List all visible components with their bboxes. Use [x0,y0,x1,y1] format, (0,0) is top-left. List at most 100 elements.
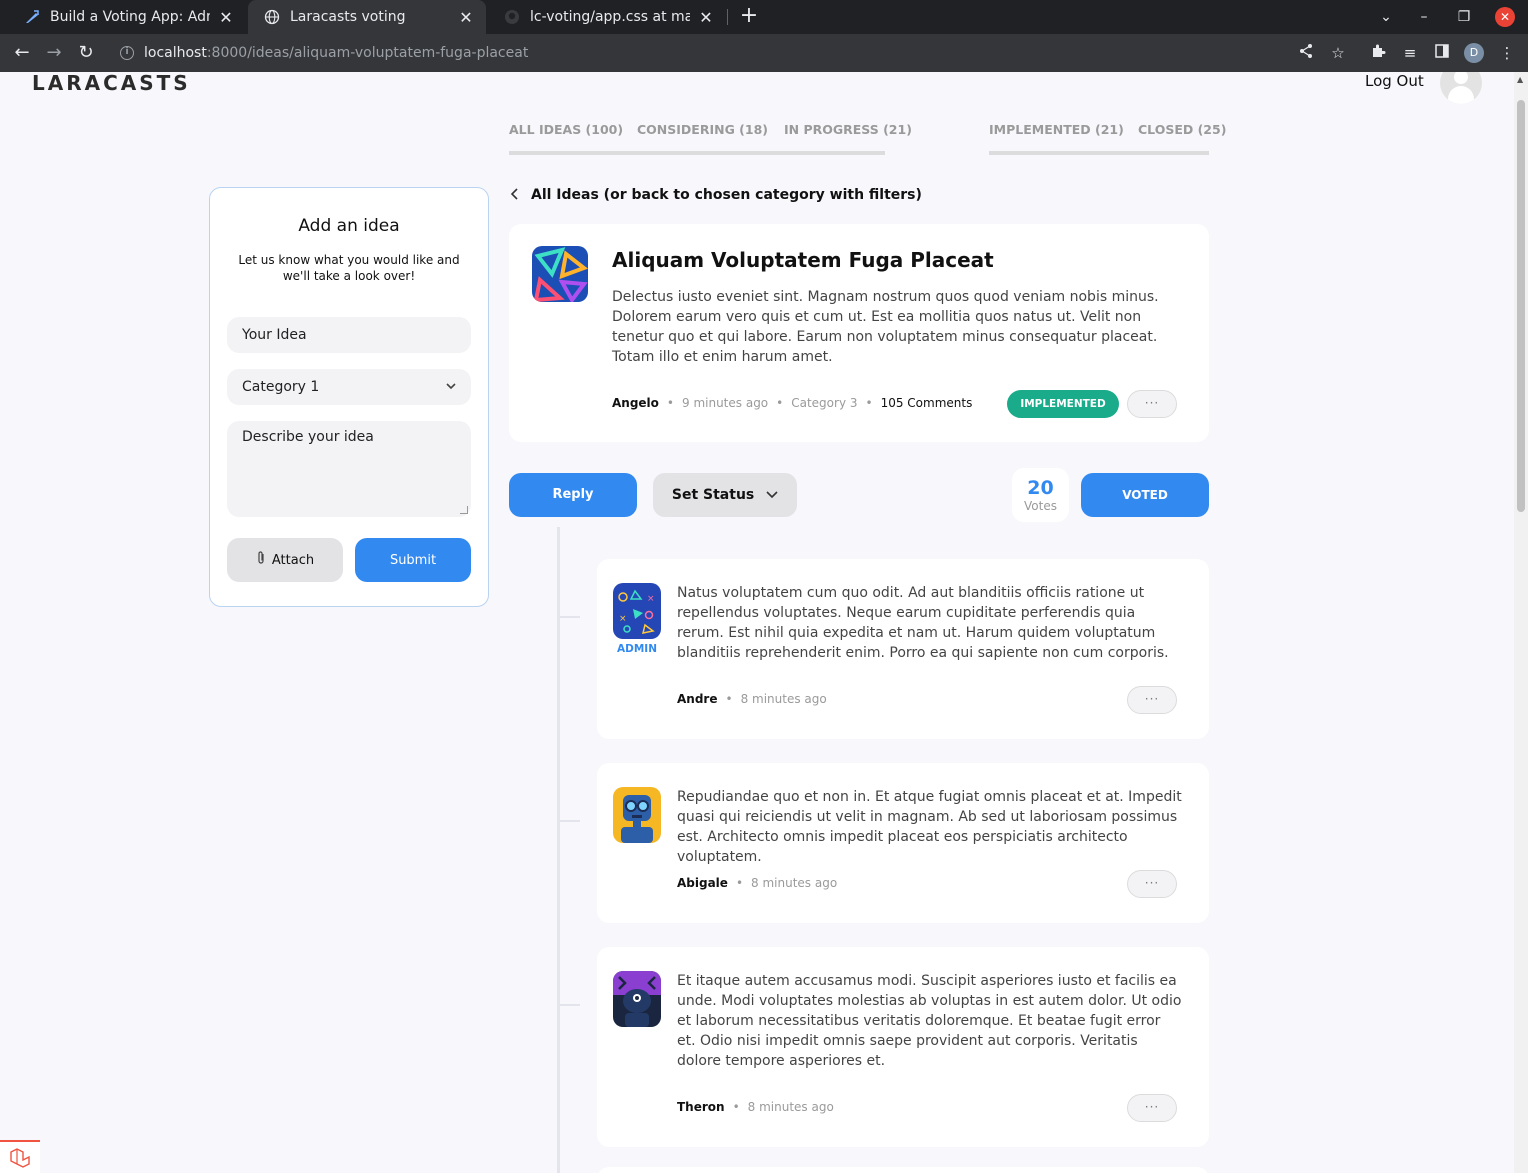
filter-underline [989,151,1209,155]
laracasts-logo[interactable]: LARACASTS [32,72,191,95]
back-to-ideas-link[interactable]: All Ideas (or back to chosen category wi… [510,187,922,203]
extensions-icon[interactable] [1368,43,1388,63]
filter-in-progress[interactable]: IN PROGRESS (21) [784,122,912,137]
idea-author-avatar[interactable] [532,246,588,302]
voted-button[interactable]: VOTED [1081,473,1209,517]
back-link-label: All Ideas (or back to chosen category wi… [531,187,922,203]
minimize-icon[interactable]: – [1414,7,1434,27]
idea-meta: Angelo • 9 minutes ago • Category 3 • 10… [612,396,972,410]
close-tab-icon[interactable]: ✕ [698,8,714,27]
resize-handle[interactable] [460,506,468,514]
close-tab-icon[interactable]: ✕ [218,8,234,27]
filter-implemented[interactable]: IMPLEMENTED (21) [989,122,1124,137]
reload-icon[interactable]: ↻ [76,43,96,63]
chevron-down-icon [762,489,778,502]
category-select[interactable]: Category 1 [227,369,471,405]
url-host: localhost [144,45,207,61]
idea-title[interactable]: Aliquam Voluptatem Fuga Placeat [612,248,994,272]
close-tab-icon[interactable]: ✕ [458,8,474,27]
browser-menu-icon[interactable]: ⋮ [1497,43,1517,63]
filter-closed[interactable]: CLOSED (25) [1138,122,1226,137]
submit-button[interactable]: Submit [355,538,471,582]
github-icon [504,9,520,25]
tab-title: Build a Voting App: Admin [50,9,210,25]
tab-title: lc-voting/app.css at master [530,9,690,25]
attach-label: Attach [271,552,315,568]
scroll-up-icon[interactable]: ▲ [1517,75,1523,84]
logout-link[interactable]: Log Out [1365,72,1424,90]
back-icon[interactable]: ← [12,43,32,63]
share-icon[interactable] [1296,43,1316,63]
tab-separator [727,9,728,25]
comment-author: Abigale [677,876,728,890]
browser-tab[interactable]: lc-voting/app.css at master ✕ [488,0,726,34]
profile-avatar[interactable]: D [1464,43,1484,63]
filter-all-ideas[interactable]: ALL IDEAS (100) [509,122,623,137]
new-tab-icon[interactable]: + [738,5,760,27]
meta-separator: • [732,1100,740,1114]
comment-body: Repudiandae quo et non in. Et atque fugi… [677,789,1182,865]
comment-author: Andre [677,692,718,706]
comment-meta: Andre • 8 minutes ago [677,692,827,706]
scrollbar-thumb[interactable] [1517,100,1525,512]
thread-connector [560,820,580,822]
svg-text:×: × [647,594,655,604]
idea-category: Category 3 [791,396,858,410]
laracasts-favicon-icon [24,9,40,25]
idea-title-input[interactable]: Your Idea [227,317,471,353]
votes-count: 20 [1027,477,1054,499]
set-status-button[interactable]: Set Status [653,473,797,517]
meta-separator: • [776,396,784,410]
chevron-down-icon [445,369,457,419]
address-bar[interactable]: i localhost:8000/ideas/aliquam-voluptate… [108,38,1358,68]
category-select-value: Category 1 [242,379,320,395]
idea-description-textarea[interactable]: Describe your idea [227,421,471,517]
browser-tab-active[interactable]: Laracasts voting ✕ [248,0,486,34]
page-scrollbar[interactable]: ▲ [1514,72,1528,1173]
comment-time: 8 minutes ago [740,692,827,706]
user-avatar[interactable] [1440,72,1482,104]
filter-considering[interactable]: CONSIDERING (18) [637,122,768,137]
laravel-debugbar-icon[interactable] [0,1140,40,1173]
comment-time: 8 minutes ago [747,1100,834,1114]
restore-icon[interactable]: ❐ [1454,7,1474,27]
media-queue-icon[interactable]: ≡ [1400,43,1420,63]
side-panel-icon[interactable] [1432,43,1452,63]
idea-time: 9 minutes ago [682,396,769,410]
comment-author-avatar[interactable] [613,787,661,843]
comment-body: Natus voluptatem cum quo odit. Ad aut bl… [677,585,1169,661]
meta-separator: • [725,692,733,706]
comment-more-button[interactable]: ··· [1127,1094,1177,1122]
globe-icon [264,9,280,25]
status-badge: IMPLEMENTED [1007,390,1119,418]
browser-tab-bar: Build a Voting App: Admin ✕ Laracasts vo… [0,0,1528,34]
url-path: :8000/ideas/aliquam-voluptatem-fuga-plac… [206,45,529,61]
comment-card: Et itaque autem accusamus modi. Suscipit… [597,947,1209,1147]
comment-card: × × ADMIN Natus voluptatem cum quo odit.… [597,559,1209,739]
forward-icon[interactable]: → [44,43,64,63]
tab-search-icon[interactable]: ⌄ [1376,7,1396,27]
add-idea-title: Add an idea [298,216,400,236]
idea-more-button[interactable]: ··· [1127,390,1177,418]
attach-button[interactable]: Attach [227,538,343,582]
idea-description: Delectus iusto eveniet sint. Magnam nost… [612,289,1159,365]
description-placeholder: Describe your idea [242,429,374,445]
comment-author-avatar[interactable]: × × [613,583,661,639]
bookmark-star-icon[interactable]: ☆ [1328,43,1348,63]
meta-separator: • [735,876,744,890]
reply-button[interactable]: Reply [509,473,637,517]
thread-connector [560,616,580,618]
close-window-icon[interactable]: ✕ [1495,7,1515,27]
comment-body: Et itaque autem accusamus modi. Suscipit… [677,973,1182,1069]
comment-author-avatar[interactable] [613,971,661,1027]
site-info-icon[interactable]: i [120,46,134,60]
votes-counter: 20 Votes [1012,468,1069,522]
browser-tab[interactable]: Build a Voting App: Admin ✕ [8,0,246,34]
paperclip-icon [256,550,266,570]
comment-more-button[interactable]: ··· [1127,686,1177,714]
comment-meta: Abigale • 8 minutes ago [677,876,837,890]
comment-author: Theron [677,1100,725,1114]
idea-author: Angelo [612,396,659,410]
comment-meta: Theron • 8 minutes ago [677,1100,834,1114]
comment-more-button[interactable]: ··· [1127,870,1177,898]
